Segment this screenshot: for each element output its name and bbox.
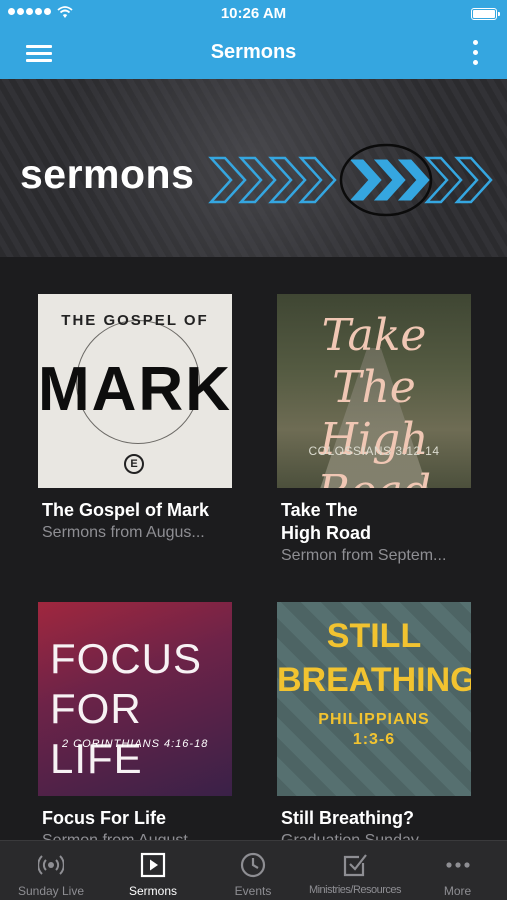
- artwork-text-line: 1:3-6: [352, 731, 396, 748]
- artwork-text: STILL BREATHING?: [277, 614, 471, 702]
- tab-label: Sermons: [128, 884, 178, 898]
- banner-title: sermons: [20, 151, 195, 197]
- sermon-title: The Gospel of Mark: [42, 500, 210, 520]
- sermon-subtitle: Sermon from August...: [42, 830, 222, 840]
- chevron-arrows-graphic: [208, 143, 493, 217]
- nav-bar: Sermons: [0, 28, 507, 79]
- ellipsis-icon: [445, 862, 470, 868]
- artwork-text-line: FOCUS: [50, 635, 202, 682]
- sermon-card-focus-for-life[interactable]: FOCUS FOR LIFE 2 CORINTHIANS 4:16-18 Foc…: [38, 602, 232, 840]
- sermon-subtitle: Sermon from Septem...: [281, 547, 447, 564]
- status-time: 10:26 AM: [220, 5, 287, 22]
- artwork-text: FOCUS FOR LIFE: [50, 634, 232, 784]
- sermon-artwork: FOCUS FOR LIFE 2 CORINTHIANS 4:16-18: [38, 602, 232, 796]
- sermon-card-take-the-high-road[interactable]: Take The High Road COLOSSIANS 3:12-14 Ta…: [277, 294, 471, 567]
- sermon-subtitle: Sermons from Augus...: [42, 524, 205, 541]
- artwork-text-line: FOR LIFE: [50, 685, 143, 782]
- sermon-title: Still Breathing?: [281, 808, 415, 828]
- more-options-icon[interactable]: [471, 40, 479, 68]
- sermon-title: Focus For Life: [42, 808, 167, 828]
- sermon-card-still-breathing[interactable]: STILL BREATHING? PHILIPPIANS 1:3-6 Still…: [277, 602, 471, 840]
- tab-label: Ministries/Resources: [308, 884, 402, 896]
- artwork-text: 2 CORINTHIANS 4:16-18: [62, 738, 209, 750]
- tab-label: More: [443, 884, 472, 898]
- artwork-text-line: BREATHING?: [277, 661, 471, 699]
- play-icon: [140, 852, 166, 878]
- sermon-artwork: STILL BREATHING? PHILIPPIANS 1:3-6: [277, 602, 471, 796]
- church-logo: E: [124, 454, 144, 474]
- sermon-title: Take The High Road: [281, 500, 371, 543]
- clock-icon: [240, 852, 266, 878]
- tab-more[interactable]: More: [408, 841, 507, 900]
- sermon-grid: THE GOSPEL OF MARK E The Gospel of Mark …: [0, 257, 507, 840]
- artwork-text-line: Take The: [321, 310, 427, 413]
- tab-ministries-resources[interactable]: Ministries/Resources: [302, 841, 408, 900]
- broadcast-icon: [38, 855, 64, 875]
- sermon-artwork: Take The High Road COLOSSIANS 3:12-14: [277, 294, 471, 488]
- artwork-text: THE GOSPEL OF: [61, 312, 209, 329]
- sermons-banner: sermons: [0, 79, 507, 257]
- tab-events[interactable]: Events: [204, 841, 302, 900]
- checkbox-icon: [343, 854, 367, 877]
- tab-sermons[interactable]: Sermons: [102, 841, 204, 900]
- sermon-artwork: THE GOSPEL OF MARK E: [38, 294, 232, 488]
- tab-label: Events: [234, 884, 272, 898]
- artwork-text-line: PHILIPPIANS: [318, 711, 430, 728]
- page-title: Sermons: [210, 41, 297, 63]
- artwork-text: PHILIPPIANS 1:3-6: [277, 710, 471, 750]
- sermon-subtitle: Graduation Sunday -...: [281, 830, 461, 840]
- artwork-text: COLOSSIANS 3:12-14: [308, 444, 440, 458]
- artwork-text: MARK: [38, 355, 232, 424]
- artwork-text: Take The High Road: [277, 310, 471, 488]
- battery-icon: [471, 8, 500, 20]
- sermon-card-gospel-of-mark[interactable]: THE GOSPEL OF MARK E The Gospel of Mark …: [38, 294, 232, 544]
- tab-bar: Sunday Live Sermons Events Ministries/Re…: [0, 840, 507, 900]
- artwork-text-line: STILL: [326, 617, 422, 655]
- tab-sunday-live[interactable]: Sunday Live: [0, 841, 102, 900]
- tab-label: Sunday Live: [17, 884, 85, 898]
- status-bar: 10:26 AM: [0, 0, 507, 28]
